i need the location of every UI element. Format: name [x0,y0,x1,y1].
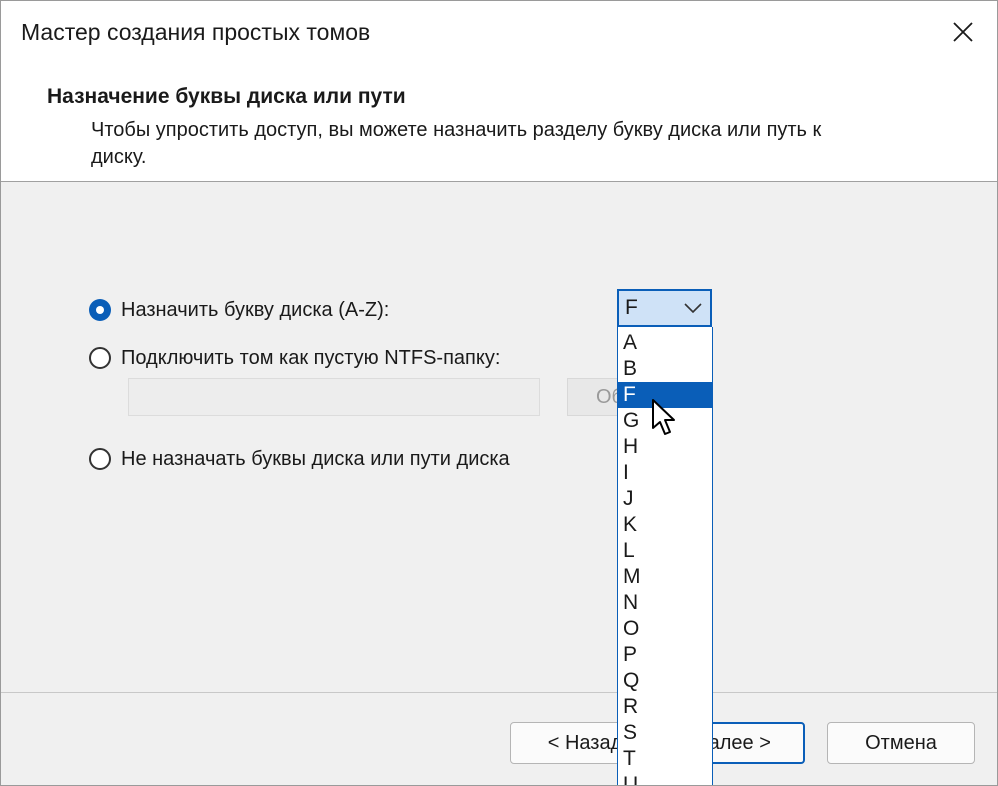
option-mount-ntfs[interactable]: Подключить том как пустую NTFS-папку: [89,343,500,373]
option-assign-letter-label: Назначить букву диска (A-Z): [121,298,390,321]
cancel-button[interactable]: Отмена [827,722,975,764]
dropdown-item-t[interactable]: T [618,746,712,772]
radio-no-assign[interactable] [89,448,111,470]
dropdown-item-q[interactable]: Q [618,668,712,694]
dropdown-item-k[interactable]: K [618,512,712,538]
option-no-assign-label: Не назначать буквы диска или пути диска [121,447,510,470]
chevron-down-icon [684,303,702,313]
dropdown-item-l[interactable]: L [618,538,712,564]
dropdown-item-m[interactable]: M [618,564,712,590]
dropdown-item-r[interactable]: R [618,694,712,720]
option-assign-letter[interactable]: Назначить букву диска (A-Z): [89,295,389,325]
dropdown-item-o[interactable]: O [618,616,712,642]
dropdown-item-j[interactable]: J [618,486,712,512]
dropdown-item-s[interactable]: S [618,720,712,746]
mouse-pointer-icon [652,399,675,435]
dropdown-item-u[interactable]: U [618,772,712,785]
dropdown-item-p[interactable]: P [618,642,712,668]
ntfs-path-input[interactable] [128,378,540,416]
option-no-assign[interactable]: Не назначать буквы диска или пути диска [89,444,510,474]
dropdown-item-n[interactable]: N [618,590,712,616]
drive-letter-dropdown[interactable]: ABFGHIJKLMNOPQRSTU [617,327,713,785]
dropdown-item-a[interactable]: A [618,330,712,356]
page-title: Назначение буквы диска или пути [47,85,406,108]
wizard-header: Назначение буквы диска или пути Чтобы уп… [1,65,997,182]
footer-separator [1,692,997,693]
dropdown-item-b[interactable]: B [618,356,712,382]
window-title: Мастер создания простых томов [21,19,371,45]
page-description: Чтобы упростить доступ, вы можете назнач… [91,119,822,168]
radio-mount-ntfs[interactable] [89,347,111,369]
title-bar: Мастер создания простых томов [1,1,997,65]
dropdown-item-i[interactable]: I [618,460,712,486]
radio-assign-letter[interactable] [89,299,111,321]
combo-selected-value: F [625,296,638,319]
close-icon [953,22,973,42]
drive-letter-combobox[interactable]: F [617,289,712,327]
option-mount-ntfs-label: Подключить том как пустую NTFS-папку: [121,346,501,369]
wizard-window: Мастер создания простых томов Назначение… [0,0,998,786]
close-button[interactable] [929,1,997,65]
